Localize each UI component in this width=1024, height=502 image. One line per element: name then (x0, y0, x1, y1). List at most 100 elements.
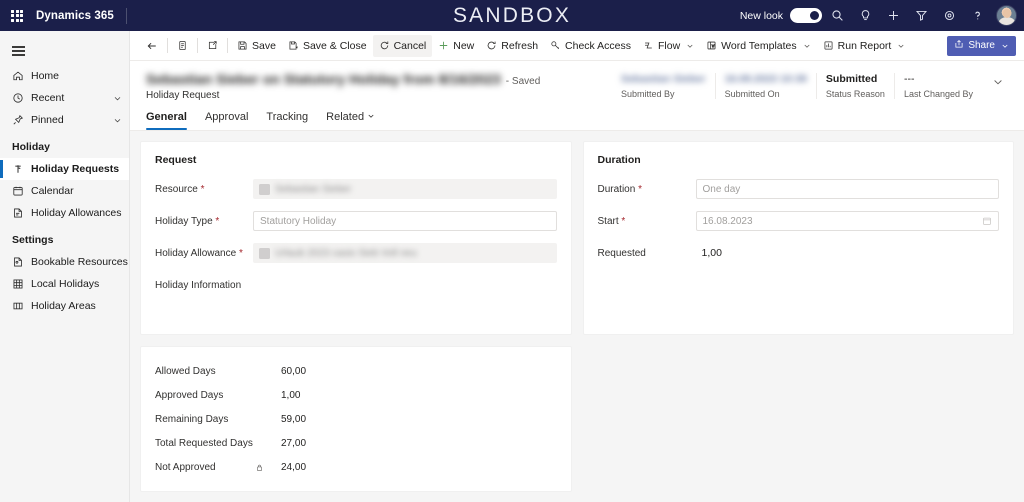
stat-label: Allowed Days (155, 365, 216, 377)
start-date-input[interactable]: 16.08.2023 (695, 211, 999, 231)
sidebar-item-pinned[interactable]: Pinned (0, 109, 129, 131)
refresh-icon (486, 40, 497, 51)
header-field-value: Sebastian Sieber (620, 73, 706, 85)
word-templates-button[interactable]: Word Templates (700, 35, 816, 57)
sidebar-item-recent[interactable]: Recent (0, 87, 129, 109)
resource-input[interactable]: Sebastian Sieber (253, 179, 557, 199)
save-button[interactable]: Save (231, 35, 282, 57)
refresh-button[interactable]: Refresh (480, 35, 544, 57)
sidebar-item-home[interactable]: Home (0, 65, 129, 87)
field-row-holiday-information: Holiday Information (155, 274, 557, 296)
sidebar-item-label: Local Holidays (31, 278, 100, 290)
chevron-down-icon[interactable] (897, 42, 905, 50)
sitemap-toggle-icon[interactable] (0, 37, 129, 65)
tab-label: Tracking (266, 111, 309, 123)
run-report-button[interactable]: Run Report (817, 35, 912, 57)
key-icon (550, 40, 561, 51)
request-section: Request Resource * Sebastian Sieber Holi… (140, 141, 572, 335)
stat-row-remaining-days: Remaining Days 59,00 (155, 407, 557, 431)
status-badge: Submitted (825, 73, 878, 85)
required-marker: * (236, 247, 243, 259)
tab-tracking[interactable]: Tracking (266, 111, 308, 130)
gear-icon[interactable] (936, 3, 962, 29)
save-and-close-button[interactable]: Save & Close (282, 35, 373, 57)
header-field-label: Submitted By (620, 89, 675, 99)
required-marker: * (635, 183, 642, 195)
sidebar-item-holiday-allowances[interactable]: Holiday Allowances (0, 202, 129, 224)
app-launcher-icon[interactable] (6, 9, 28, 22)
chevron-down-icon[interactable] (113, 116, 122, 125)
chevron-down-icon[interactable] (113, 94, 122, 103)
sidebar-item-holiday-areas[interactable]: Holiday Areas (0, 295, 129, 317)
user-avatar[interactable] (996, 5, 1017, 26)
chevron-down-icon[interactable] (1001, 42, 1009, 50)
stat-row-allowed-days: Allowed Days 60,00 (155, 359, 557, 383)
field-row-duration: Duration * One day (598, 178, 999, 200)
resource-icon (12, 256, 27, 268)
record-header-left: Sebastian Sieber on Statutory Holiday fr… (146, 71, 612, 130)
field-row-start: Start * 16.08.2023 (598, 210, 999, 232)
filter-icon[interactable] (908, 3, 934, 29)
required-marker: * (212, 215, 220, 227)
stat-value: 59,00 (281, 413, 307, 425)
calendar-icon[interactable] (982, 216, 992, 226)
tab-general[interactable]: General (146, 111, 187, 130)
share-button[interactable]: Share (947, 35, 1016, 56)
save-status-label: - Saved (505, 76, 541, 87)
command-bar: Save Save & Close Cancel New Refresh Che… (130, 31, 1024, 61)
tab-approval[interactable]: Approval (205, 111, 248, 130)
save-icon (237, 40, 248, 51)
record-avatar-icon (259, 247, 270, 259)
start-date-value: 16.08.2023 (702, 215, 753, 227)
save-label: Save (252, 39, 276, 52)
plus-icon[interactable] (880, 3, 906, 29)
lightbulb-icon[interactable] (852, 3, 878, 29)
record-avatar-icon (259, 183, 270, 195)
save-close-icon (288, 40, 299, 51)
search-icon[interactable] (824, 3, 850, 29)
holiday-type-input[interactable]: Statutory Holiday (253, 211, 557, 231)
sidebar-item-calendar[interactable]: Calendar (0, 180, 129, 202)
new-look-label: New look (739, 9, 783, 22)
requested-label: Requested (597, 247, 646, 259)
chevron-down-icon[interactable] (686, 42, 694, 50)
holiday-allowance-label: Holiday Allowance * (155, 248, 253, 259)
report-icon (823, 40, 834, 51)
duration-input[interactable]: One day (695, 179, 999, 199)
brand-title[interactable]: Dynamics 365 (36, 10, 114, 22)
start-label: Start * (598, 216, 696, 227)
tab-label: General (146, 111, 187, 123)
holiday-type-value: Statutory Holiday (260, 215, 337, 227)
stat-row-total-requested-days: Total Requested Days 27,00 (155, 431, 557, 455)
help-icon[interactable] (964, 3, 990, 29)
cancel-button[interactable]: Cancel (372, 34, 433, 57)
new-look-toggle[interactable] (790, 8, 822, 23)
new-button[interactable]: New (432, 35, 480, 57)
field-row-requested: Requested 1,00 (598, 242, 1000, 264)
header-field-label: Last Changed By (903, 89, 973, 99)
stat-label: Remaining Days (155, 413, 229, 425)
check-access-button[interactable]: Check Access (544, 35, 637, 57)
cancel-icon (379, 40, 390, 51)
sidebar-item-holiday-requests[interactable]: Holiday Requests (0, 158, 129, 180)
form-selector-button[interactable] (171, 35, 194, 57)
open-in-new-window-button[interactable] (201, 35, 224, 57)
chevron-down-icon[interactable] (803, 42, 811, 50)
flow-button[interactable]: Flow (637, 35, 700, 57)
header-expand-icon[interactable] (982, 73, 1008, 90)
sidebar-item-label: Pinned (31, 114, 64, 126)
sidebar-item-label: Calendar (31, 185, 74, 197)
sidebar-item-bookable-resources[interactable]: Bookable Resources (0, 251, 129, 273)
sidebar-item-local-holidays[interactable]: Local Holidays (0, 273, 129, 295)
tab-related[interactable]: Related (326, 111, 375, 130)
resource-value: Sebastian Sieber (275, 183, 352, 195)
tab-label: Approval (204, 111, 249, 123)
share-label: Share (968, 40, 995, 51)
brand-divider (125, 7, 127, 24)
back-button[interactable] (140, 35, 164, 57)
holiday-allowance-input[interactable]: Urlaub 2023 casio Sieb Voll neu (253, 243, 557, 263)
chevron-down-icon[interactable] (367, 111, 375, 123)
app-body: Home Recent Pinned Holiday Holiday Reque… (0, 31, 1024, 502)
stat-row-not-approved: Not Approved 24,00 (155, 455, 557, 479)
duration-section-title: Duration (597, 154, 641, 166)
